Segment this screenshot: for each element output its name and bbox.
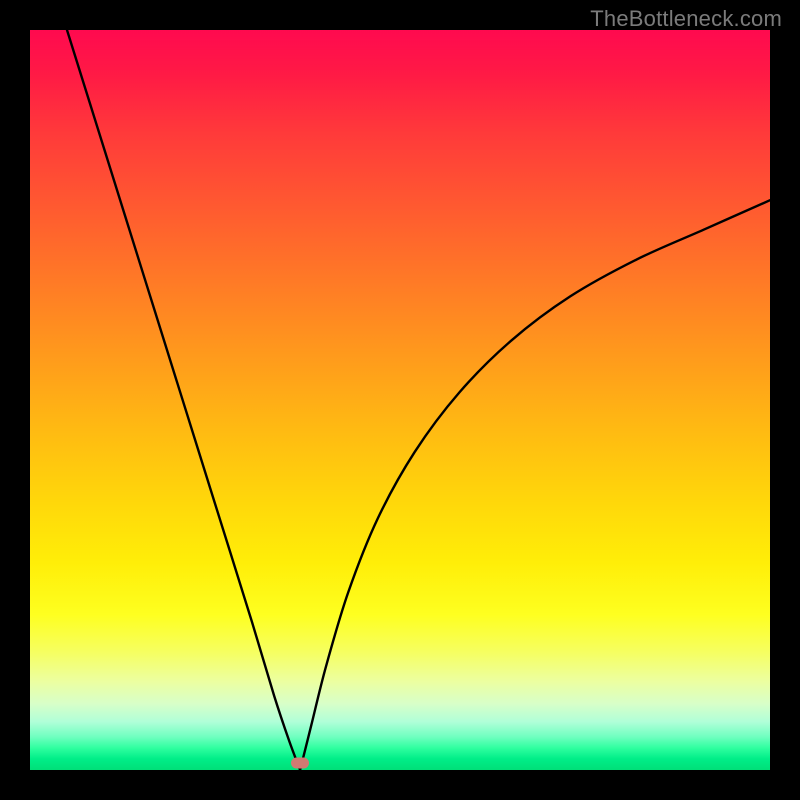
bottleneck-curve [30,30,770,770]
optimum-marker [291,757,309,768]
plot-area [30,30,770,770]
watermark-label: TheBottleneck.com [590,6,782,32]
chart-stage: TheBottleneck.com [0,0,800,800]
curve-path [67,30,770,770]
